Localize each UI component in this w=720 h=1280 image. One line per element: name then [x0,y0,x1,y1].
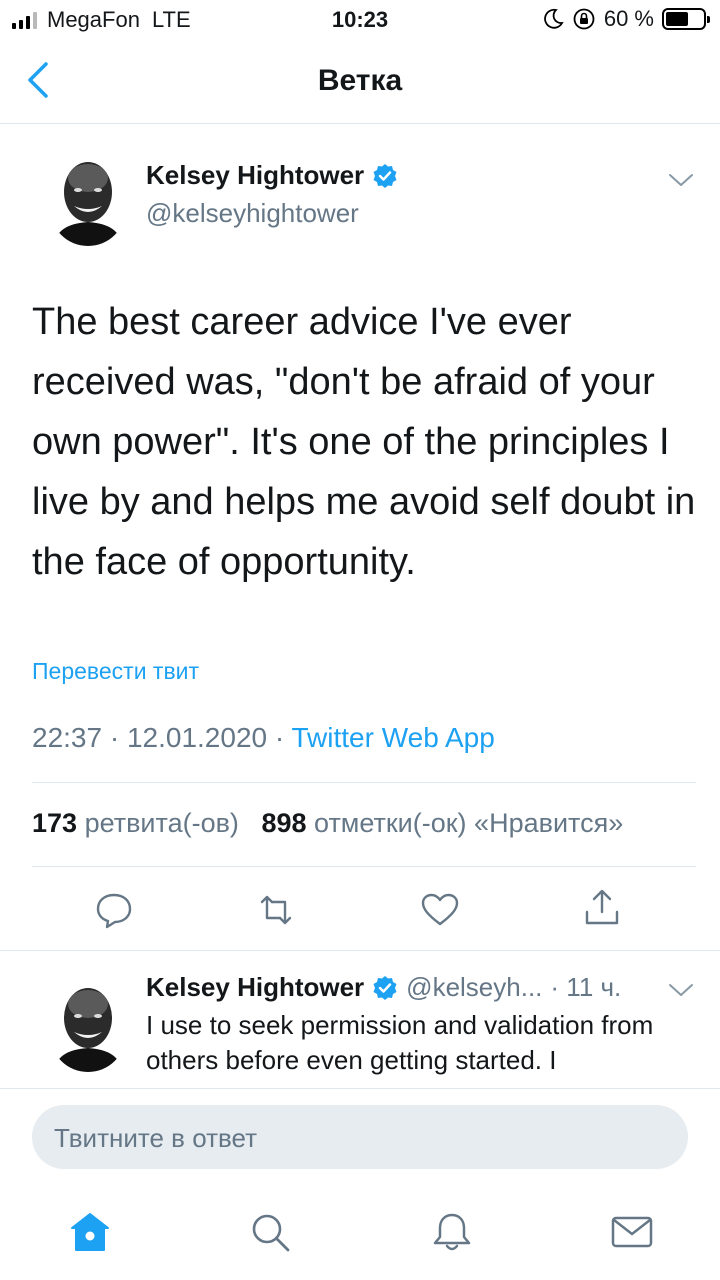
moon-icon [544,8,564,29]
reply-icon[interactable] [94,890,134,930]
tweet-meta: 22:37 · 12.01.2020 · Twitter Web App [32,722,495,754]
tweet-stats: 173 ретвита(-ов) 898 отметки(-ок) «Нрави… [32,808,623,839]
divider [32,866,696,867]
like-icon[interactable] [420,890,460,930]
status-bar: MegaFon LTE 10:23 60 % [0,0,720,40]
author-handle[interactable]: @kelseyhightower [146,198,359,229]
search-icon[interactable] [248,1210,292,1254]
verified-badge-icon [373,163,397,188]
verified-badge-icon [373,975,397,1000]
battery-percent: 60 % [603,6,654,31]
retweets-count: 173 [32,808,78,838]
reply-text: I use to seek permission and validation … [146,1010,654,1075]
reply-time: · 11 ч. [550,972,622,1002]
messages-icon[interactable] [610,1210,654,1254]
page-title: Ветка [317,64,403,97]
tweet-source-link[interactable]: Twitter Web App [291,722,494,753]
likes-stat[interactable]: 898 отметки(-ок) «Нравится» [261,808,623,838]
author-avatar[interactable] [50,150,126,246]
divider [32,782,696,783]
chevron-down-icon[interactable] [668,172,694,188]
translate-tweet-link[interactable]: Перевести твит [32,658,199,685]
tweet-timestamp: 22:37 · 12.01.2020 · [32,722,292,753]
author-name[interactable]: Kelsey Hightower [146,160,398,191]
share-icon[interactable] [582,888,622,928]
retweets-stat[interactable]: 173 ретвита(-ов) [32,808,239,838]
home-icon[interactable] [68,1210,112,1254]
author-name-text[interactable]: Kelsey Hightower [146,160,364,191]
divider [0,950,720,951]
reply-author-handle[interactable]: @kelseyh... [406,972,542,1003]
retweets-label: ретвита(-ов) [84,808,239,838]
reply-author-name[interactable]: Kelsey Hightower [146,972,364,1003]
chevron-down-icon[interactable] [668,982,694,998]
retweet-icon[interactable] [256,890,296,930]
tab-bar [0,1196,720,1280]
likes-count: 898 [261,808,307,838]
rotation-lock-icon [573,8,595,30]
battery-icon [662,8,710,30]
tweet-text: The best career advice I've ever receive… [32,301,696,583]
reply-input[interactable]: Твитните в ответ [32,1105,688,1169]
reply-header: Kelsey Hightower @kelseyh... · 11 ч. [146,972,621,1003]
tweet-actions [0,884,720,934]
likes-label: отметки(-ок) «Нравится» [314,808,624,838]
reply-author-avatar[interactable] [50,976,126,1072]
nav-header: Ветка [0,40,720,124]
notifications-icon[interactable] [430,1210,474,1254]
